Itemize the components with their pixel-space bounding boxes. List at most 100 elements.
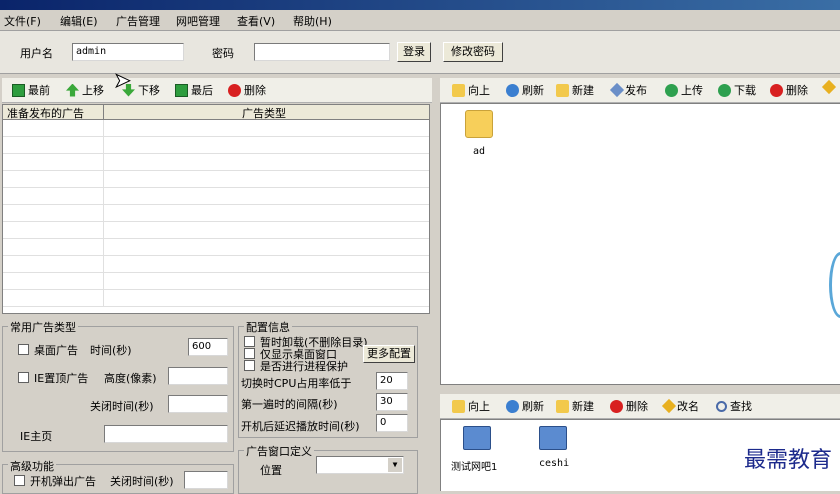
arrow-up-icon: [66, 83, 79, 97]
desktop-ad-label: 桌面广告: [34, 344, 78, 357]
close-time-field[interactable]: [168, 395, 228, 413]
time-field[interactable]: 600: [188, 338, 228, 356]
process-protect-checkbox[interactable]: [244, 360, 255, 371]
first-button[interactable]: 最前: [12, 82, 50, 98]
password-field[interactable]: [254, 43, 390, 61]
new-folder-icon: [556, 83, 569, 97]
delete-button[interactable]: 删除: [228, 82, 266, 98]
boot-popup-checkbox[interactable]: [14, 475, 25, 486]
folder-icon[interactable]: [465, 110, 493, 138]
cpu-field[interactable]: 20: [376, 372, 408, 390]
netbar-new-button[interactable]: 新建: [556, 398, 594, 414]
common-ad-title: 常用广告类型: [8, 319, 78, 335]
ie-homepage-field[interactable]: [104, 425, 228, 443]
netbar-delete-button[interactable]: 删除: [610, 398, 648, 414]
temp-unload-checkbox[interactable]: [244, 336, 255, 347]
boot-delay-field[interactable]: 0: [376, 414, 408, 432]
netbar-up-button[interactable]: 向上: [452, 398, 490, 414]
netbar-name-1[interactable]: 测试网吧1: [451, 458, 497, 473]
table-row[interactable]: [3, 205, 429, 222]
advanced-close-time-label: 关闭时间(秒): [110, 475, 174, 488]
advanced-title: 高级功能: [8, 458, 56, 474]
advanced-close-time-field[interactable]: [184, 471, 228, 489]
config-title: 配置信息: [244, 319, 292, 335]
ad-grid[interactable]: 准备发布的广告 广告类型: [2, 104, 430, 314]
cpu-label: 切换时CPU占用率低于: [241, 377, 352, 390]
desktop-only-checkbox[interactable]: [244, 348, 255, 359]
table-row[interactable]: [3, 137, 429, 154]
username-label: 用户名: [20, 47, 53, 60]
download-icon: [718, 83, 731, 97]
rename-icon: [821, 79, 837, 95]
move-last-icon: [175, 83, 188, 97]
chevron-down-icon[interactable]: ▼: [388, 458, 402, 472]
process-protect-label: 是否进行进程保护: [260, 360, 348, 373]
publish-button[interactable]: 发布: [609, 82, 647, 98]
boot-popup-label: 开机弹出广告: [30, 475, 96, 488]
left-toolbar: 最前 上移 下移 最后 删除 ➤: [2, 68, 432, 103]
logo-icon: [829, 252, 840, 318]
netbar-rename-button[interactable]: 改名: [661, 398, 699, 414]
grid-header-ad[interactable]: 准备发布的广告: [3, 105, 104, 120]
server-toolbar: 向上 刷新 新建 发布 上传 下载 删除: [440, 78, 840, 103]
menu-ad-manage[interactable]: 广告管理: [116, 13, 160, 29]
login-button[interactable]: 登录: [397, 42, 431, 62]
download-button[interactable]: 下载: [718, 82, 756, 98]
change-password-button[interactable]: 修改密码: [443, 42, 503, 62]
first-interval-field[interactable]: 30: [376, 393, 408, 411]
server-new-button[interactable]: 新建: [556, 82, 594, 98]
height-label: 高度(像素): [104, 372, 157, 385]
server-file-view[interactable]: ad: [440, 103, 840, 385]
grid-header-type[interactable]: 广告类型: [104, 105, 429, 120]
netbar-find-button[interactable]: 查找: [716, 398, 752, 414]
menu-help[interactable]: 帮助(H): [293, 13, 332, 29]
ie-homepage-label: IE主页: [20, 430, 53, 443]
menu-netbar-manage[interactable]: 网吧管理: [176, 13, 220, 29]
ie-top-ad-checkbox[interactable]: [18, 372, 29, 383]
search-icon: [716, 400, 727, 412]
delete-icon: [770, 83, 783, 97]
ad-window-title: 广告窗口定义: [244, 443, 314, 459]
computer-icon[interactable]: [539, 426, 567, 450]
time-label: 时间(秒): [90, 344, 132, 357]
table-row[interactable]: [3, 188, 429, 205]
username-field[interactable]: admin: [72, 43, 184, 61]
title-bar: [0, 0, 840, 10]
move-first-icon: [12, 83, 25, 97]
table-row[interactable]: [3, 273, 429, 290]
server-refresh-button[interactable]: 刷新: [506, 82, 544, 98]
rename-icon-partial[interactable]: [821, 79, 837, 95]
delete-icon: [610, 399, 623, 413]
table-row[interactable]: [3, 120, 429, 137]
mouse-cursor-icon: ➤: [114, 68, 132, 93]
server-up-button[interactable]: 向上: [452, 82, 490, 98]
netbar-toolbar: 向上 刷新 新建 删除 改名 查找: [440, 394, 840, 419]
file-name-ad[interactable]: ad: [473, 146, 485, 157]
folder-up-icon: [452, 83, 465, 97]
menu-edit[interactable]: 编辑(E): [60, 13, 98, 29]
table-row[interactable]: [3, 239, 429, 256]
position-select[interactable]: ▼: [316, 456, 404, 474]
upload-button[interactable]: 上传: [665, 82, 703, 98]
watermark: 最需教育: [743, 448, 832, 473]
more-config-button[interactable]: 更多配置: [363, 345, 415, 363]
first-interval-label: 第一遍时的间隔(秒): [241, 398, 338, 411]
table-row[interactable]: [3, 290, 429, 307]
table-row[interactable]: [3, 171, 429, 188]
menu-view[interactable]: 查看(V): [237, 13, 275, 29]
refresh-icon: [506, 399, 519, 413]
menu-file[interactable]: 文件(F): [4, 13, 41, 29]
netbar-refresh-button[interactable]: 刷新: [506, 398, 544, 414]
folder-up-icon: [452, 399, 465, 413]
table-row[interactable]: [3, 154, 429, 171]
last-button[interactable]: 最后: [175, 82, 213, 98]
computer-icon[interactable]: [463, 426, 491, 450]
table-row[interactable]: [3, 222, 429, 239]
height-field[interactable]: [168, 367, 228, 385]
server-delete-button[interactable]: 删除: [770, 82, 808, 98]
move-up-button[interactable]: 上移: [66, 82, 104, 98]
desktop-ad-checkbox[interactable]: [18, 344, 29, 355]
netbar-name-2[interactable]: ceshi: [539, 458, 569, 469]
refresh-icon: [506, 83, 519, 97]
table-row[interactable]: [3, 256, 429, 273]
